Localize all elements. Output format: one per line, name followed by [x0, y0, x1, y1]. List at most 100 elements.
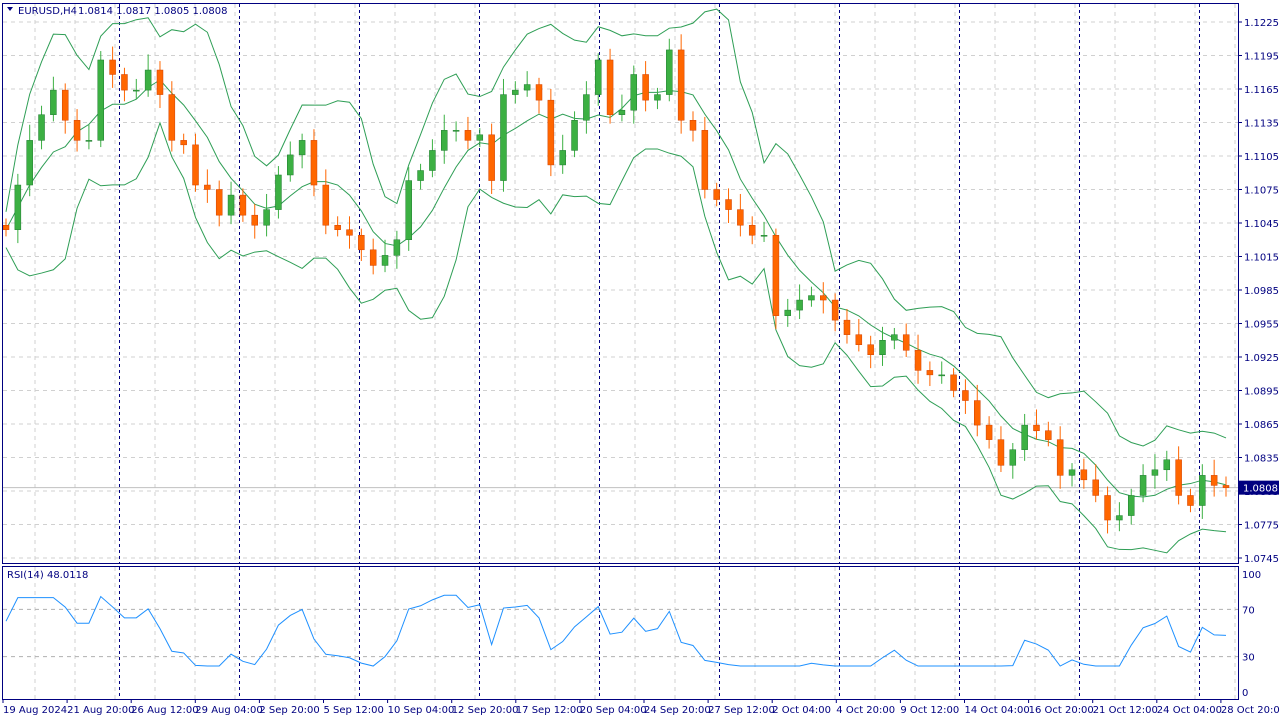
bearish-candle [2, 224, 10, 230]
bearish-candle [1045, 430, 1052, 440]
price-tick-label: 1.1075 [1244, 186, 1279, 197]
bearish-candle [1222, 485, 1230, 488]
rsi-panel-frame [2, 566, 1239, 700]
price-tick-label: 1.0775 [1244, 521, 1279, 532]
bearish-candle [215, 189, 223, 216]
bearish-candle [358, 235, 365, 251]
bearish-candle [322, 184, 330, 226]
bearish-candle [1092, 479, 1099, 496]
bearish-candle [61, 89, 69, 121]
price-tick-label: 1.0745 [1244, 554, 1279, 565]
bullish-candle [1116, 515, 1123, 521]
grid [3, 4, 1238, 699]
bearish-candle [464, 130, 472, 141]
bearish-candle [1033, 424, 1040, 431]
bullish-candle [808, 295, 815, 301]
bearish-candle [974, 400, 981, 426]
bearish-candle [369, 249, 377, 266]
time-tick-label: 10 Sep 04:00 [388, 705, 455, 716]
time-tick-label: 17 Sep 12:00 [516, 705, 583, 716]
bearish-candle [677, 49, 685, 121]
bullish-candle [429, 150, 436, 171]
bullish-candle [393, 239, 401, 256]
rsi-tick-label: 100 [1242, 570, 1261, 581]
bullish-candle [50, 89, 57, 115]
bearish-candle [547, 99, 555, 166]
bullish-candle [85, 140, 93, 142]
bearish-candle [1187, 495, 1194, 506]
rsi-tick-label: 0 [1242, 688, 1248, 699]
bearish-candle [1175, 459, 1182, 496]
bullish-candle [571, 120, 578, 151]
bearish-candle [843, 319, 851, 335]
chart-canvas[interactable]: 1.1225 1.1195 1.1165 1.1135 1.1105 1.1075 1.10… [0, 0, 1280, 720]
bearish-candle [926, 370, 934, 376]
bullish-candle [630, 74, 638, 111]
bearish-candle [962, 390, 969, 401]
price-tick-label: 1.0955 [1244, 320, 1279, 331]
time-tick-label: 24 Sep 20:00 [644, 705, 711, 716]
bearish-candle [239, 194, 247, 216]
bullish-candle [512, 89, 519, 95]
bearish-candle [772, 235, 780, 316]
time-tick-label: 24 Oct 04:00 [1157, 705, 1222, 716]
time-tick-label: 29 Aug 04:00 [195, 705, 262, 716]
bullish-candle [287, 154, 294, 176]
time-tick-label: 5 Sep 12:00 [324, 705, 384, 716]
bearish-candle [535, 84, 543, 101]
bearish-candle [334, 224, 341, 230]
bullish-candle [38, 114, 45, 141]
bearish-candle [1056, 439, 1064, 476]
bullish-candle [666, 49, 673, 95]
price-tick-label: 1.0895 [1244, 387, 1279, 398]
bullish-candle [1021, 424, 1028, 450]
price-tick-label: 1.1195 [1244, 52, 1279, 63]
bearish-candle [606, 59, 614, 115]
bearish-candle [1080, 469, 1088, 481]
bullish-candle [298, 140, 306, 156]
bearish-candle [488, 134, 495, 181]
bearish-candle [204, 184, 211, 190]
bollinger-upper-band [5, 8, 1227, 447]
price-tick-label: 1.0925 [1244, 353, 1279, 364]
bullish-candle [452, 130, 460, 132]
bearish-candle [156, 69, 164, 95]
bullish-candle [275, 174, 282, 210]
rsi-tick-label: 30 [1242, 653, 1255, 664]
bearish-candle [737, 209, 744, 226]
bearish-candle [997, 439, 1005, 466]
bullish-candle [654, 94, 661, 101]
bullish-candle [1068, 469, 1076, 476]
bullish-candle [500, 94, 507, 181]
bullish-candle [1009, 449, 1017, 466]
price-tick-label: 1.1225 [1244, 18, 1279, 29]
bearish-candle [950, 374, 957, 391]
rsi-series [5, 594, 1227, 667]
time-tick-label: 4 Oct 20:00 [836, 705, 895, 716]
bullish-candle [381, 255, 389, 266]
bearish-candle [725, 199, 732, 210]
time-tick-label: 19 Aug 2024 [3, 705, 67, 716]
bullish-candle [1151, 469, 1159, 476]
current-price-label: 1.0808 [1243, 484, 1278, 495]
bullish-candle [405, 180, 412, 240]
bearish-candle [642, 74, 649, 101]
bullish-candle [784, 309, 791, 316]
bearish-candle [867, 344, 874, 356]
bearish-candle [180, 140, 187, 146]
time-tick-label: 16 Oct 20:00 [1029, 705, 1094, 716]
bollinger-lower-band [5, 121, 1227, 554]
time-tick-label: 20 Sep 04:00 [580, 705, 647, 716]
bullish-candle [417, 170, 424, 181]
time-tick-label: 28 Oct 20:00 [1221, 705, 1280, 716]
chart-menu-triangle-icon[interactable] [7, 7, 13, 11]
time-tick-label: 21 Aug 20:00 [67, 705, 134, 716]
bearish-candle [902, 334, 910, 351]
bearish-candle [346, 229, 353, 236]
bullish-candle [523, 84, 531, 91]
price-tick-label: 1.0985 [1244, 286, 1279, 297]
bullish-candle [476, 134, 484, 141]
period-separators [119, 4, 1200, 699]
bearish-candle [109, 59, 116, 75]
price-tick-label: 1.0865 [1244, 420, 1279, 431]
